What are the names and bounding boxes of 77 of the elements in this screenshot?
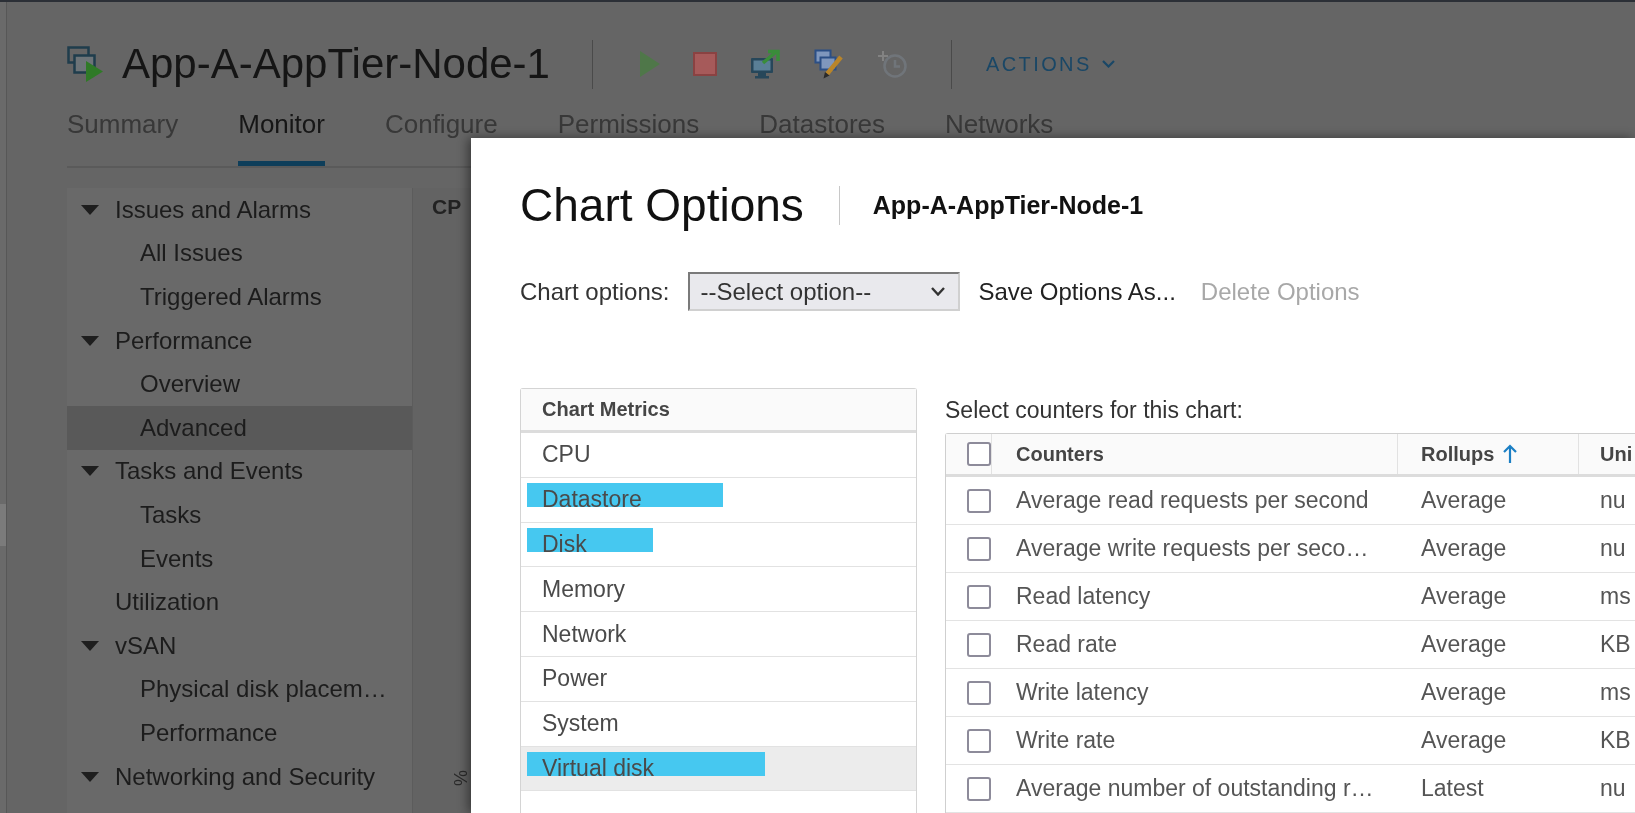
- table-cell-text: Average: [1420, 630, 1508, 659]
- chevron-down-icon: [1101, 60, 1115, 68]
- tree-item[interactable]: Physical disk placem…: [67, 667, 412, 712]
- tree-item[interactable]: Triggered Alarms: [67, 275, 412, 319]
- metric-item[interactable]: Disk: [521, 522, 916, 568]
- metric-item[interactable]: CPU: [521, 433, 916, 478]
- table-caption: Select counters for this chart:: [945, 396, 1243, 424]
- tree-item[interactable]: Utilization: [67, 580, 412, 624]
- axis-label: %: [452, 770, 470, 786]
- pencil-icon[interactable]: [813, 49, 844, 79]
- table-cell-text: nu: [1599, 774, 1627, 803]
- metric-item[interactable]: Power: [521, 657, 916, 702]
- table-cell-text: Write rate: [1015, 726, 1117, 755]
- tree-item[interactable]: Advanced: [67, 405, 412, 450]
- table-cell-text: Latest: [1420, 774, 1485, 803]
- table-cell-text: ms: [1599, 582, 1632, 611]
- table-cell-text: Average: [1420, 678, 1508, 707]
- checkbox[interactable]: [967, 776, 991, 801]
- table-cell-text: KB: [1599, 726, 1632, 755]
- table-cell-text: Average number of outstanding r…: [1015, 774, 1375, 803]
- table-cell-text: Read rate: [1015, 630, 1118, 659]
- field-label: Chart options:: [520, 277, 670, 306]
- object-title: App-A-AppTier-Node-1: [122, 39, 550, 89]
- table-cell-text: ms: [1599, 678, 1632, 707]
- tree-item[interactable]: Overview: [67, 362, 412, 406]
- table-cell-text: nu: [1599, 486, 1627, 515]
- table-cell-text: Average read requests per second: [1015, 486, 1370, 515]
- caret-down-icon[interactable]: [81, 640, 99, 651]
- tree-item[interactable]: Issues and Alarms: [67, 188, 412, 232]
- tree-item[interactable]: Events: [67, 536, 412, 581]
- monitor-arrow-icon[interactable]: [749, 49, 781, 79]
- metric-item[interactable]: Memory: [521, 567, 916, 613]
- table-cell-text: Write latency: [1015, 678, 1150, 707]
- metric-item[interactable]: Virtual disk: [521, 746, 916, 792]
- caret-down-icon[interactable]: [81, 466, 99, 477]
- column-header[interactable]: Rollups: [1398, 434, 1579, 474]
- tree-item[interactable]: Networking and Security: [67, 754, 412, 799]
- checkbox[interactable]: [967, 632, 991, 657]
- checkbox[interactable]: [967, 680, 991, 705]
- link-button[interactable]: Save Options As...: [978, 277, 1176, 306]
- table-cell-text: nu: [1599, 534, 1627, 563]
- tree-item[interactable]: Tasks: [67, 493, 412, 537]
- checkbox[interactable]: [967, 488, 991, 513]
- select-dropdown[interactable]: --Select option--: [688, 272, 961, 311]
- dialog-subtitle: App-A-AppTier-Node-1: [872, 190, 1144, 220]
- table-cell-text: KB: [1599, 630, 1632, 659]
- table-cell-text: Average: [1420, 534, 1508, 563]
- table-cell-text: Read latency: [1015, 582, 1152, 611]
- table-cell-text: Average: [1420, 582, 1508, 611]
- column-header[interactable]: Uni: [1579, 434, 1635, 474]
- metric-item[interactable]: Network: [521, 612, 916, 657]
- caret-down-icon[interactable]: [81, 771, 99, 782]
- caret-down-icon[interactable]: [81, 204, 99, 215]
- tree-item[interactable]: Performance: [67, 318, 412, 363]
- tree-item[interactable]: Performance: [67, 711, 412, 755]
- select-all-checkbox[interactable]: [967, 442, 991, 466]
- checkbox[interactable]: [967, 584, 991, 609]
- tree-item[interactable]: Tasks and Events: [67, 449, 412, 494]
- list-header: Chart Metrics: [521, 389, 916, 433]
- table-cell-text: Average: [1420, 486, 1508, 515]
- tab[interactable]: Monitor: [238, 111, 325, 166]
- chart-title: CP: [432, 195, 462, 219]
- checkbox[interactable]: [967, 536, 991, 561]
- table-cell-text: Average write requests per seco…: [1015, 534, 1370, 563]
- metric-item[interactable]: System: [521, 701, 916, 747]
- column-header[interactable]: Counters: [992, 434, 1398, 474]
- actions-menu-button[interactable]: ACTIONS: [985, 52, 1115, 76]
- tree-item[interactable]: All Issues: [67, 231, 412, 276]
- dialog-title: Chart Options: [520, 178, 804, 232]
- vm-icon: [67, 46, 104, 82]
- checkbox[interactable]: [967, 728, 991, 753]
- metric-item[interactable]: Datastore: [521, 477, 916, 523]
- table-cell-text: Average: [1420, 726, 1508, 755]
- caret-down-icon[interactable]: [81, 335, 99, 346]
- tree-item[interactable]: vSAN: [67, 623, 412, 668]
- chevron-down-icon: [931, 287, 946, 296]
- nav-selection-marker: [0, 504, 6, 546]
